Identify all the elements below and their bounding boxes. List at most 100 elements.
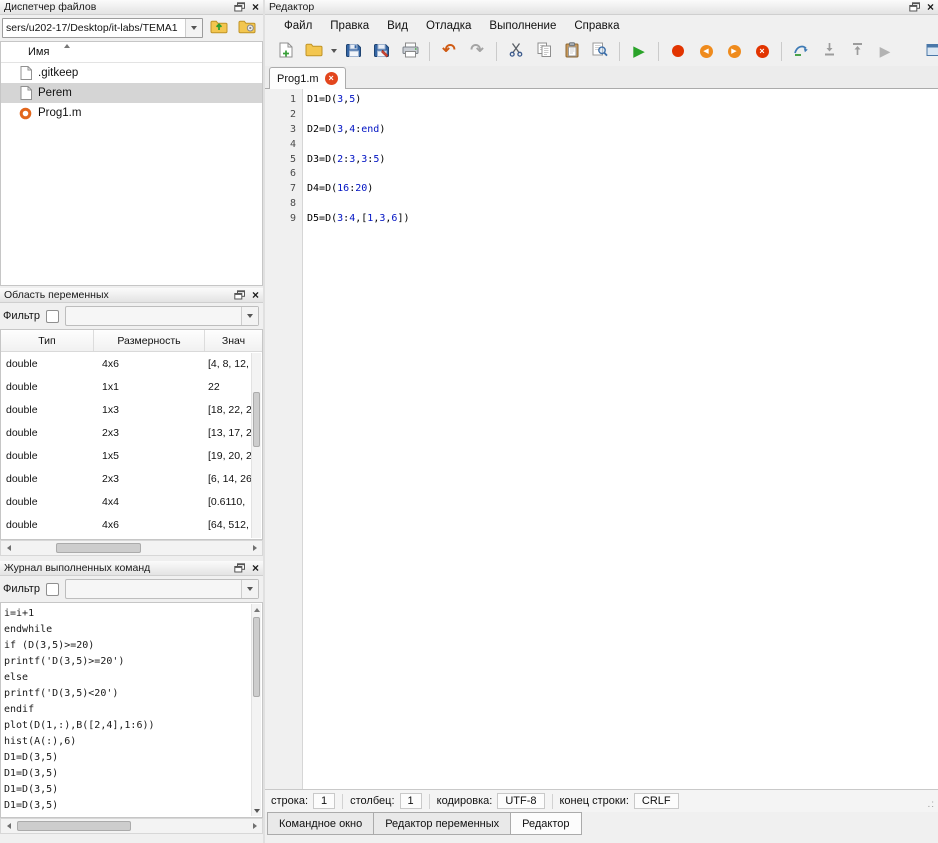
line-number[interactable]: 2 [265,108,302,123]
history-command[interactable]: else [1,670,262,686]
close-icon[interactable]: × [252,1,259,13]
file-row[interactable]: .gitkeep [1,63,262,83]
save-and-run-button[interactable]: ▶ [626,38,652,64]
variable-row[interactable]: double1x122 [1,375,262,398]
code-line[interactable]: D1=D(3,5) [307,93,938,108]
workspace-vertical-scrollbar[interactable] [251,353,261,538]
partial-toolbar-button[interactable] [921,38,938,64]
scroll-right-arrow[interactable] [247,819,262,833]
code-line[interactable] [307,167,938,182]
history-titlebar[interactable]: Журнал выполненных команд × [0,561,263,576]
history-command[interactable]: i=i+1 [1,606,262,622]
undock-icon[interactable] [909,2,920,12]
code-line[interactable]: D4=D(16:20) [307,182,938,197]
workspace-horizontal-scrollbar[interactable] [0,540,263,556]
line-number[interactable]: 7 [265,182,302,197]
variable-row[interactable]: double2x3[6, 14, 26 [1,467,262,490]
menu-view[interactable]: Вид [378,18,417,34]
next-breakpoint-button[interactable]: ▶ [721,38,747,64]
scrollbar-thumb[interactable] [17,821,131,831]
filter-dropdown-arrow[interactable] [241,307,258,325]
scroll-right-arrow[interactable] [247,541,262,555]
code-line[interactable] [307,108,938,123]
scroll-up-arrow[interactable] [252,604,261,615]
redo-button[interactable]: ↷ [464,38,490,64]
variable-row[interactable]: double2x3[13, 17, 2 [1,421,262,444]
scroll-down-arrow[interactable] [252,805,261,816]
copy-button[interactable] [531,38,557,64]
menu-edit[interactable]: Правка [321,18,378,34]
close-icon[interactable]: × [252,562,259,574]
step-out-button[interactable] [844,38,870,64]
history-horizontal-scrollbar[interactable] [0,818,263,834]
path-combobox[interactable]: sers/u202-17/Desktop/it-labs/TEMA1 [2,18,203,38]
menu-file[interactable]: Файл [275,18,321,34]
variable-row[interactable]: double4x4[0.6110, [1,490,262,513]
resize-grip[interactable]: .: [927,799,935,810]
line-number[interactable]: 9 [265,212,302,227]
filter-combobox[interactable] [65,579,259,599]
paste-button[interactable] [559,38,585,64]
code-line[interactable]: D2=D(3,4:end) [307,123,938,138]
filter-checkbox[interactable] [46,583,59,596]
scrollbar-thumb[interactable] [56,543,141,553]
scrollbar-thumb[interactable] [253,617,260,697]
code-lines[interactable]: D1=D(3,5) D2=D(3,4:end) D3=D(2:3,3:5) D4=D(… [303,89,938,789]
menu-run[interactable]: Выполнение [480,18,565,34]
line-number[interactable]: 8 [265,197,302,212]
bottom-tab-editor[interactable]: Редактор [510,812,581,835]
file-row[interactable]: Perem [1,83,262,103]
encoding-value[interactable]: UTF-8 [497,793,544,809]
undock-icon[interactable] [234,2,245,12]
history-command[interactable]: hist(A(:),6) [1,734,262,750]
variable-row[interactable]: double4x6[4, 8, 12, [1,352,262,375]
print-button[interactable] [397,38,423,64]
path-dropdown-arrow[interactable] [185,19,202,37]
bottom-tab-command-window[interactable]: Командное окно [267,812,374,835]
history-command[interactable]: printf('D(3,5)<20') [1,686,262,702]
workspace-titlebar[interactable]: Область переменных × [0,288,263,303]
line-number[interactable]: 1 [265,93,302,108]
scrollbar-thumb[interactable] [253,392,260,447]
column-value[interactable]: Знач [205,330,262,351]
history-command[interactable]: printf('D(3,5)>=20') [1,654,262,670]
filter-checkbox[interactable] [46,310,59,323]
line-number[interactable]: 6 [265,167,302,182]
history-command[interactable]: plot(D(1,:),B([2,4],1:6)) [1,718,262,734]
filter-combobox[interactable] [65,306,259,326]
menu-help[interactable]: Справка [565,18,628,34]
history-vertical-scrollbar[interactable] [251,604,261,816]
code-line[interactable]: D5=D(3:4,[1,3,6]) [307,212,938,227]
line-number-gutter[interactable]: 123456789 [265,89,303,789]
code-line[interactable] [307,138,938,153]
history-command[interactable]: D1=D(3,5) [1,750,262,766]
filter-dropdown-arrow[interactable] [241,580,258,598]
column-type[interactable]: Тип [1,330,94,351]
open-dropdown-arrow[interactable] [329,49,339,53]
previous-breakpoint-button[interactable]: ◀ [693,38,719,64]
history-command[interactable]: D1=D(3,5) [1,798,262,814]
close-icon[interactable]: × [252,289,259,301]
bottom-tab-variable-editor[interactable]: Редактор переменных [373,812,511,835]
undock-icon[interactable] [234,290,245,300]
file-browser-titlebar[interactable]: Диспетчер файлов × [0,0,263,15]
variable-row[interactable]: double4x6[64, 512, [1,513,262,536]
undo-button[interactable]: ↶ [436,38,462,64]
close-icon[interactable]: × [927,1,934,13]
menu-debug[interactable]: Отладка [417,18,480,34]
code-line[interactable] [307,197,938,212]
history-command[interactable]: D1=D(3,5) [1,766,262,782]
history-command[interactable]: endwhile [1,622,262,638]
code-line[interactable]: D3=D(2:3,3:5) [307,153,938,168]
new-script-button[interactable] [273,38,299,64]
variable-row[interactable]: double1x5[19, 20, 2 [1,444,262,467]
file-column-header[interactable]: Имя [1,42,262,63]
history-command[interactable]: endif [1,702,262,718]
line-number[interactable]: 5 [265,153,302,168]
scroll-left-arrow[interactable] [1,819,16,833]
column-dimension[interactable]: Размерность [94,330,205,351]
undock-icon[interactable] [234,563,245,573]
save-button[interactable] [341,38,367,64]
step-button[interactable] [788,38,814,64]
save-as-button[interactable] [369,38,395,64]
